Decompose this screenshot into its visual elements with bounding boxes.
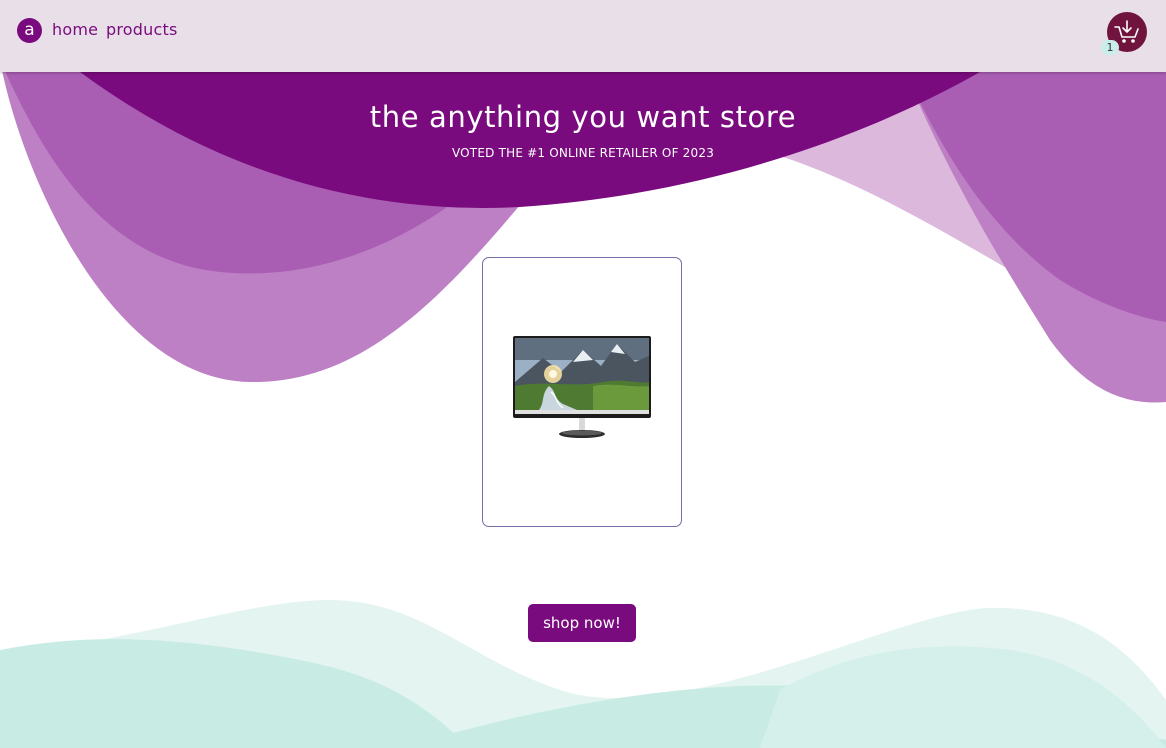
shop-now-button[interactable]: shop now!: [528, 604, 636, 642]
nav-products-link[interactable]: products: [106, 20, 177, 39]
featured-product-card[interactable]: [482, 257, 682, 527]
monitor-icon: [513, 336, 651, 438]
page: a home products 1 the anything you want …: [0, 0, 1166, 748]
hero-title: the anything you want store: [369, 100, 797, 134]
nav-home-link[interactable]: home: [52, 20, 98, 39]
shopping-cart-icon: [1114, 20, 1139, 43]
top-navbar: a home products: [0, 0, 1166, 72]
store-logo[interactable]: a: [17, 18, 42, 43]
hero-subtitle: VOTED THE #1 ONLINE RETAILER OF 2023: [451, 146, 715, 160]
cart-count-badge: 1: [1101, 40, 1119, 55]
